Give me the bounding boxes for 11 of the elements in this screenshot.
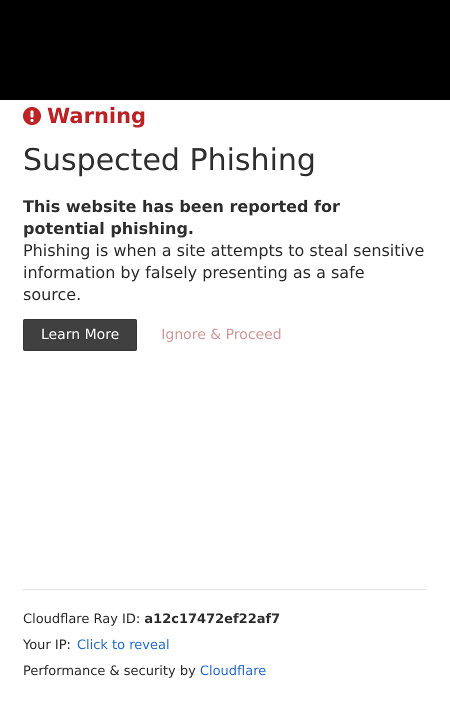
exclamation-icon bbox=[23, 107, 41, 125]
ip-label: Your IP: bbox=[23, 638, 71, 653]
description-text: Phishing is when a site attempts to steal sensitive information by falsely presenting as a safe source. bbox=[23, 240, 426, 306]
cloudflare-link[interactable]: Cloudflare bbox=[200, 664, 266, 679]
lead-text: This website has been reported for potential phishing. bbox=[23, 196, 341, 240]
page-title: Suspected Phishing bbox=[23, 142, 317, 180]
performance-text: Performance & security by Cloudflare bbox=[23, 664, 266, 679]
reveal-ip-link[interactable]: Click to reveal bbox=[76, 638, 170, 653]
ray-id-text: Cloudflare Ray ID: a12c17472ef22af7 bbox=[23, 612, 280, 627]
warning-heading: Warning bbox=[47, 103, 146, 129]
learn-more-button[interactable]: Learn More bbox=[23, 319, 138, 351]
